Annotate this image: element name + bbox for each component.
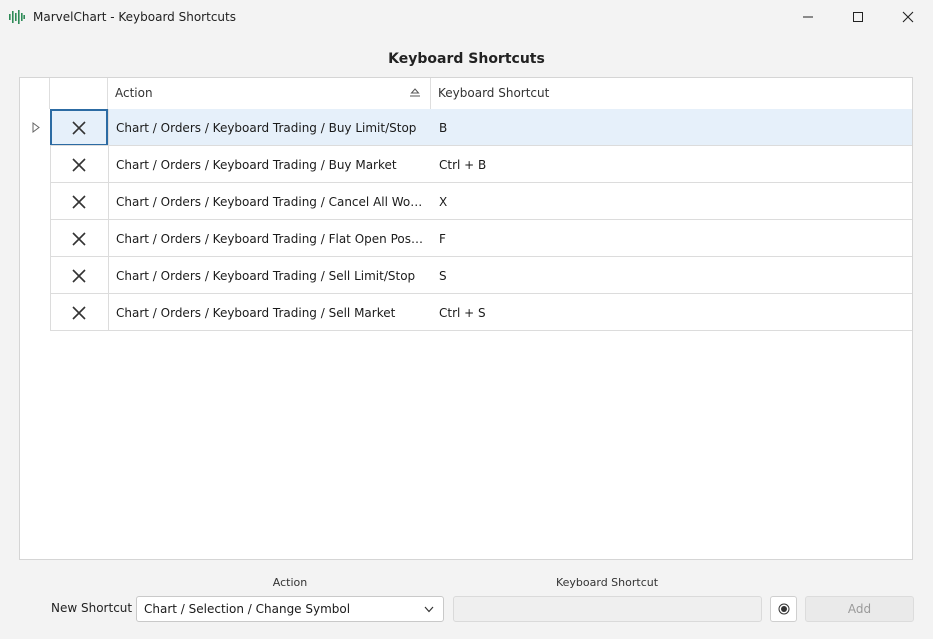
new-shortcut-label: New Shortcut (51, 601, 133, 615)
title-bar: MarvelChart - Keyboard Shortcuts (0, 0, 933, 34)
column-header-action-label: Action (115, 86, 153, 100)
table-row[interactable]: Chart / Orders / Keyboard Trading / Flat… (20, 220, 912, 257)
shortcut-field-label: Keyboard Shortcut (555, 576, 659, 589)
shortcut-cell: F (439, 232, 446, 246)
caret-right-icon (32, 122, 40, 133)
close-icon (72, 194, 86, 209)
close-icon (902, 11, 914, 23)
close-icon (72, 268, 86, 283)
header-cell-delete (50, 78, 108, 109)
action-select[interactable]: Chart / Selection / Change Symbol (136, 596, 444, 622)
action-cell: Chart / Orders / Keyboard Trading / Buy … (116, 121, 417, 135)
divider (108, 109, 109, 146)
column-header-shortcut[interactable]: Keyboard Shortcut (431, 78, 912, 109)
close-icon (72, 157, 86, 172)
shortcut-cell: B (439, 121, 448, 135)
header-cell-expander (20, 78, 50, 109)
add-button[interactable]: Add (805, 596, 914, 622)
delete-shortcut-button[interactable] (50, 220, 108, 257)
action-cell: Chart / Orders / Keyboard Trading / Buy … (116, 158, 397, 172)
maximize-button[interactable] (835, 0, 881, 34)
shortcuts-table: Action Keyboard Shortcut Chart / Orders … (19, 77, 913, 560)
table-row[interactable]: Chart / Orders / Keyboard Trading / Sell… (20, 294, 912, 331)
divider (108, 257, 109, 294)
shortcut-cell: S (439, 269, 447, 283)
table-header: Action Keyboard Shortcut (20, 78, 912, 110)
action-cell: Chart / Orders / Keyboard Trading / Sell… (116, 269, 416, 283)
delete-shortcut-button[interactable] (50, 257, 108, 294)
action-cell: Chart / Orders / Keyboard Trading / Flat… (116, 232, 424, 246)
minimize-icon (803, 16, 813, 18)
delete-shortcut-button[interactable] (50, 109, 108, 146)
delete-shortcut-button[interactable] (50, 146, 108, 183)
close-button[interactable] (885, 0, 931, 34)
divider (108, 220, 109, 257)
table-row[interactable]: Chart / Orders / Keyboard Trading / Canc… (20, 183, 912, 220)
divider (50, 330, 912, 331)
minimize-button[interactable] (785, 0, 831, 34)
delete-shortcut-button[interactable] (50, 183, 108, 220)
table-row[interactable]: Chart / Orders / Keyboard Trading / Buy … (20, 146, 912, 183)
close-icon (72, 305, 86, 320)
record-shortcut-button[interactable] (770, 596, 797, 622)
action-cell: Chart / Orders / Keyboard Trading / Sell… (116, 306, 396, 320)
shortcut-cell: Ctrl + S (439, 306, 486, 320)
close-icon (72, 120, 86, 135)
column-header-shortcut-label: Keyboard Shortcut (438, 86, 550, 100)
record-icon (778, 603, 789, 615)
action-select-value: Chart / Selection / Change Symbol (144, 602, 351, 616)
window-title: MarvelChart - Keyboard Shortcuts (33, 10, 236, 24)
shortcut-input[interactable] (453, 596, 762, 622)
divider (108, 294, 109, 331)
divider (108, 146, 109, 183)
column-header-action[interactable]: Action (108, 78, 431, 109)
maximize-icon (853, 12, 863, 22)
page-title: Keyboard Shortcuts (388, 51, 545, 67)
chevron-down-icon (424, 606, 434, 613)
delete-shortcut-button[interactable] (50, 294, 108, 331)
row-expander-cell[interactable] (20, 109, 50, 146)
table-row[interactable]: Chart / Orders / Keyboard Trading / Buy … (20, 109, 912, 146)
action-cell: Chart / Orders / Keyboard Trading / Canc… (116, 195, 424, 209)
table-row[interactable]: Chart / Orders / Keyboard Trading / Sell… (20, 257, 912, 294)
close-icon (72, 231, 86, 246)
sort-ascending-icon (410, 88, 420, 97)
action-field-label: Action (272, 576, 308, 589)
shortcut-cell: Ctrl + B (439, 158, 487, 172)
divider (108, 183, 109, 220)
shortcut-cell: X (439, 195, 448, 209)
waveform-icon (9, 10, 25, 24)
